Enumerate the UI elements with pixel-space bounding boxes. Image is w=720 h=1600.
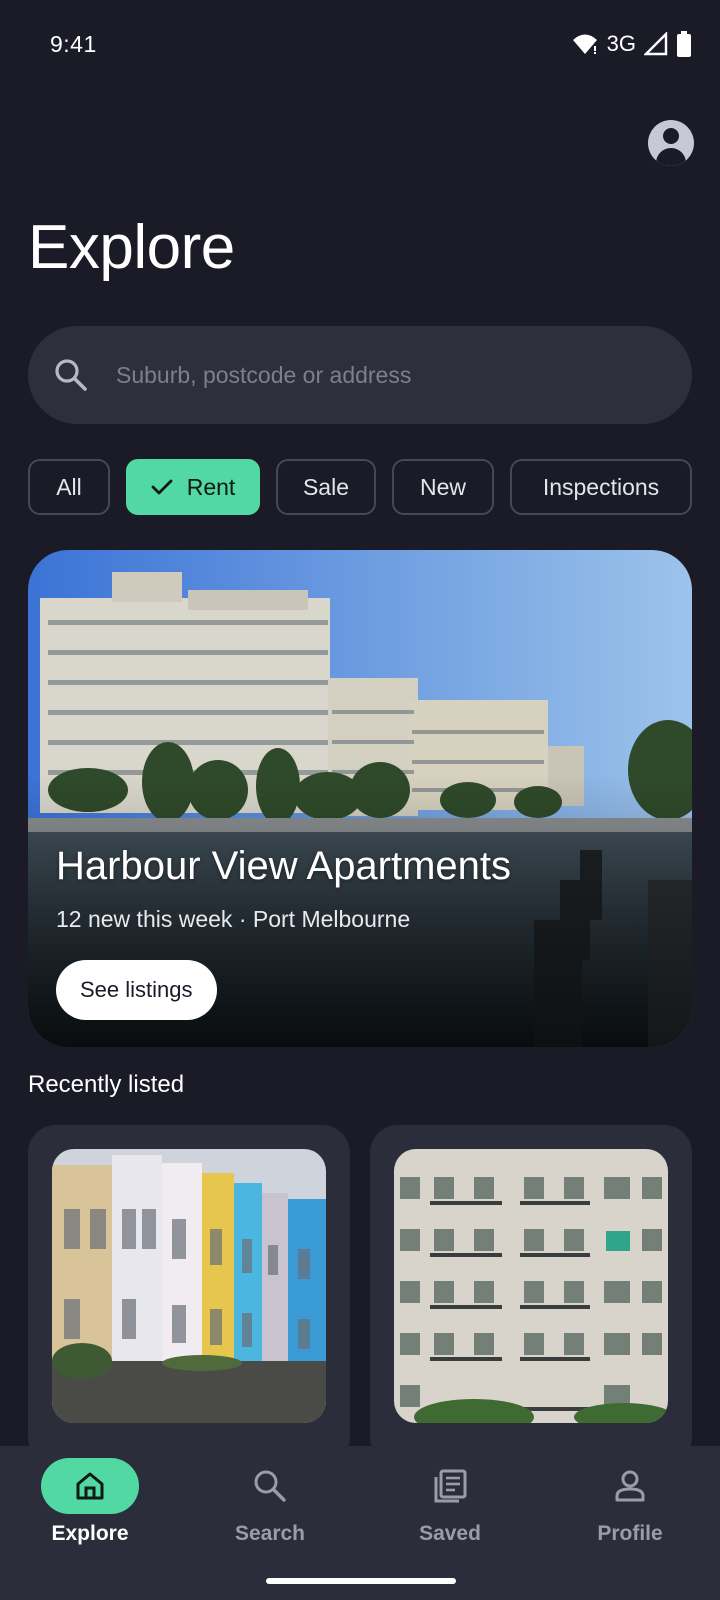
status-icons: 3G: [571, 31, 692, 57]
chip-rent[interactable]: Rent: [126, 459, 260, 515]
page-title: Explore: [28, 213, 235, 282]
chip-label: New: [419, 473, 466, 500]
nav-indicator: [581, 1458, 679, 1514]
search-icon: [254, 1470, 286, 1502]
see-listings-button[interactable]: See listings: [56, 960, 217, 1020]
nav-indicator: [401, 1458, 499, 1514]
saved-icon: [434, 1469, 467, 1503]
terrace-houses-image: [52, 1149, 326, 1423]
nav-label: Search: [234, 1522, 306, 1545]
nav-label: Profile: [597, 1522, 663, 1545]
section-title-recently-listed: Recently listed: [28, 1071, 185, 1098]
person-icon: [615, 1470, 645, 1502]
account-circle-icon: [663, 128, 679, 144]
home-icon: [76, 1472, 104, 1500]
chip-inspections[interactable]: Inspections: [510, 459, 692, 515]
listing-image: [52, 1149, 326, 1423]
nav-label: Explore: [51, 1522, 129, 1545]
nav-item-saved[interactable]: Saved: [360, 1458, 540, 1568]
chip-label: Rent: [186, 473, 236, 500]
network-type: 3G: [606, 31, 636, 56]
nav-label: Saved: [419, 1522, 481, 1545]
nav-item-search[interactable]: Search: [180, 1458, 360, 1568]
nav-item-profile[interactable]: Profile: [540, 1458, 720, 1568]
check-icon: [151, 479, 173, 495]
hero-title: Harbour View Apartments: [56, 844, 512, 888]
chip-label: Sale: [302, 473, 350, 500]
status-bar: 9:41 3G: [0, 0, 720, 88]
nav-indicator: [41, 1458, 139, 1514]
chip-sale[interactable]: Sale: [276, 459, 376, 515]
filter-chips: All Rent Sale New Inspections: [28, 459, 692, 515]
hero-subtitle: 12 new this week · Port Melbourne: [56, 906, 411, 932]
chip-label: Inspections: [542, 473, 660, 500]
nav-item-explore[interactable]: Explore: [0, 1458, 180, 1568]
search-placeholder: Suburb, postcode or address: [116, 361, 412, 388]
wifi-icon: [572, 34, 597, 54]
battery-icon: [677, 31, 691, 57]
chip-all[interactable]: All: [28, 459, 110, 515]
listing-card[interactable]: [370, 1125, 692, 1465]
listing-image: [394, 1149, 668, 1423]
search-icon: [55, 359, 87, 391]
nav-indicator: [221, 1458, 319, 1514]
account-avatar-button[interactable]: [648, 120, 694, 166]
chip-label: All: [56, 473, 82, 500]
chip-new[interactable]: New: [392, 459, 494, 515]
listing-card[interactable]: [28, 1125, 350, 1465]
status-time: 9:41: [50, 30, 97, 57]
search-input[interactable]: Suburb, postcode or address: [28, 326, 692, 424]
apartment-block-image: [394, 1149, 668, 1423]
cellular-signal-icon: [644, 32, 668, 56]
featured-listing-card[interactable]: Harbour View Apartments 12 new this week…: [28, 550, 692, 1047]
home-gesture-bar[interactable]: [266, 1578, 456, 1584]
bottom-navigation: Explore Search Saved Profile: [0, 1446, 720, 1600]
